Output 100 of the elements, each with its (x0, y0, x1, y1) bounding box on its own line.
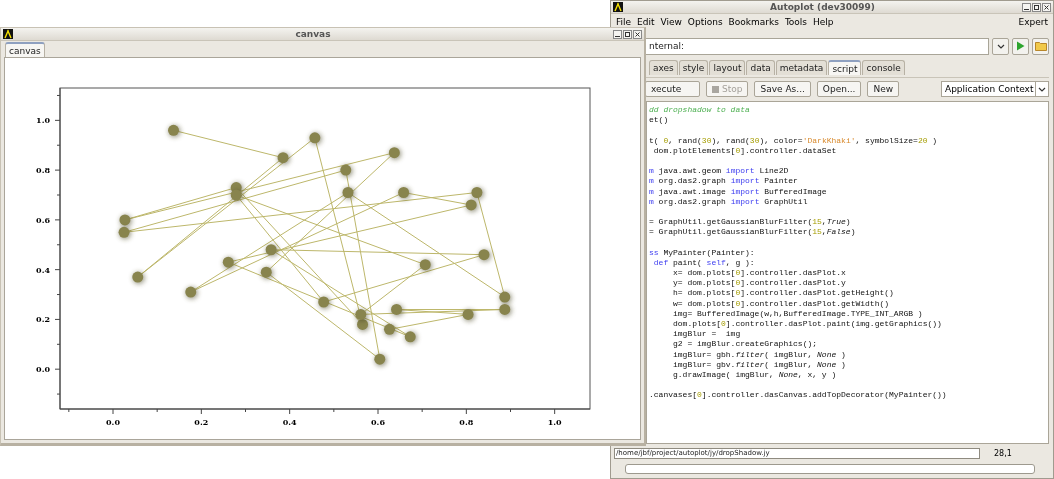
y-tick-label: 0.8 (36, 165, 50, 176)
menu-item[interactable]: File (616, 16, 632, 28)
menu-item[interactable]: Help (813, 16, 834, 28)
window-title: canvas (294, 28, 332, 40)
data-point (471, 187, 484, 200)
data-point (398, 187, 411, 200)
x-tick-label: 1.0 (547, 417, 562, 427)
x-tick-label: 0.8 (459, 417, 474, 427)
code-line: img= BufferedImage(w,h,BufferedImage.TYPE_INT_ARGB ) (672, 308, 923, 318)
close-icon[interactable] (1042, 2, 1051, 12)
data-point (185, 286, 198, 300)
code-line: h= dom.plots[0].controller.dasPlot.getHeight() (672, 288, 894, 298)
folder-button[interactable] (1032, 37, 1049, 55)
folder-icon (1034, 41, 1047, 51)
address-field[interactable]: nternal: (645, 37, 989, 55)
data-point (168, 124, 181, 138)
menu-item[interactable]: Bookmarks (728, 16, 779, 28)
data-point (260, 266, 274, 280)
menu-item[interactable]: Expert (1018, 16, 1048, 28)
code-line: imgBlur = img (672, 329, 741, 339)
code-line: def paint( self, g ): (652, 257, 755, 267)
cursor-position: 28,1 (994, 449, 1012, 458)
code-line: .canvases[0].controller.dasCanvas.addTopDecorator(MyPainter()) (649, 390, 947, 400)
data-point (340, 164, 353, 178)
window-title: Autoplot (dev30099) (769, 1, 876, 13)
code-line: t( 0, rand(30), rand(30), color='DarkKhaki', symbolSize=20 ) (649, 135, 938, 145)
data-point (419, 259, 433, 272)
data-point (318, 296, 331, 309)
code-line: dom.plotElements[0].controller.dataSet (652, 145, 837, 155)
code-line: et() (649, 115, 669, 125)
menu-item[interactable]: Tools (784, 16, 808, 28)
tab[interactable]: layout (709, 60, 746, 75)
data-point (357, 318, 370, 332)
data-point (342, 187, 355, 200)
code-line: ss MyPainter(Painter): (649, 247, 755, 257)
tab[interactable]: axes (649, 60, 678, 75)
data-point (222, 256, 236, 270)
y-tick-label: 0.2 (36, 314, 50, 325)
code-line: = GraphUtil.getGaussianBlurFilter(15,True) (649, 217, 851, 227)
code-line: y= dom.plots[0].controller.dasPlot.y (672, 278, 846, 288)
data-point (277, 152, 291, 165)
code-line: w= dom.plots[0].controller.dasPlot.getWidth() (672, 298, 890, 308)
x-tick-label: 0.0 (106, 417, 120, 427)
data-point (309, 132, 322, 145)
tab[interactable]: console (862, 60, 905, 75)
caret-icon (996, 43, 1005, 49)
close-icon[interactable] (633, 29, 642, 39)
tab[interactable]: canvas (5, 42, 45, 57)
data-point (118, 226, 132, 240)
play-icon (1016, 41, 1025, 51)
menu-item[interactable]: View (660, 16, 682, 28)
data-point (230, 189, 244, 202)
code-line: dom.plots[0].controller.dasPlot.paint(img.getGraphics()) (672, 318, 942, 328)
app-logo-icon (613, 2, 623, 12)
menu-item[interactable]: Edit (637, 16, 655, 28)
tab[interactable]: data (746, 60, 775, 75)
maximize-icon[interactable] (623, 29, 632, 39)
context-dropdown[interactable]: Application Context (941, 81, 1049, 97)
caret-icon (1035, 82, 1048, 96)
data-point (499, 303, 512, 317)
y-tick-label: 0.4 (36, 264, 50, 275)
stop-icon (712, 85, 719, 93)
data-point (499, 291, 512, 304)
tab[interactable]: style (678, 60, 709, 75)
toolbar-button[interactable]: New (867, 81, 900, 97)
data-point (119, 214, 132, 227)
code-line: g2 = imgBlur.createGraphics(); (672, 339, 818, 349)
tab[interactable]: script (828, 60, 862, 75)
data-point (374, 353, 387, 367)
maximize-icon[interactable] (1032, 2, 1041, 12)
minimize-icon[interactable] (1022, 2, 1031, 12)
data-point (465, 199, 479, 212)
app-logo-icon (3, 29, 13, 39)
play-button[interactable] (1012, 37, 1029, 55)
data-point (384, 323, 397, 337)
minimize-icon[interactable] (613, 29, 622, 39)
code-line: m org.das2.graph import Painter (649, 176, 798, 186)
code-line: imgBlur= gbv.filter( imgBlur, None ) (672, 359, 846, 369)
x-tick-label: 0.6 (371, 417, 385, 427)
code-line: m java.awt.geom import Line2D (649, 166, 789, 176)
tab[interactable]: metadata (775, 60, 828, 75)
code-line: m java.awt.image import BufferedImage (649, 186, 827, 196)
script-editor[interactable] (646, 101, 1049, 444)
data-point (388, 147, 402, 160)
toolbar-button[interactable]: xecute (645, 81, 700, 97)
toolbar-button[interactable]: Save As... (754, 81, 811, 97)
menu-item[interactable]: Options (687, 16, 723, 28)
y-tick-label: 0.0 (36, 364, 50, 375)
code-line: g.drawImage( imgBlur, None, x, y ) (672, 369, 837, 379)
x-tick-label: 0.2 (194, 417, 209, 427)
data-point (391, 303, 404, 317)
data-point (404, 331, 418, 344)
data-point (132, 271, 145, 285)
data-point (355, 308, 368, 322)
code-line: m org.das2.graph import GraphUtil (649, 196, 808, 206)
y-tick-label: 1.0 (36, 115, 50, 126)
code-line: dd dropshadow to data (649, 105, 750, 114)
data-point (478, 249, 491, 262)
code-line: x= dom.plots[0].controller.dasPlot.x (672, 268, 846, 277)
toolbar-button[interactable]: Open... (816, 81, 862, 97)
